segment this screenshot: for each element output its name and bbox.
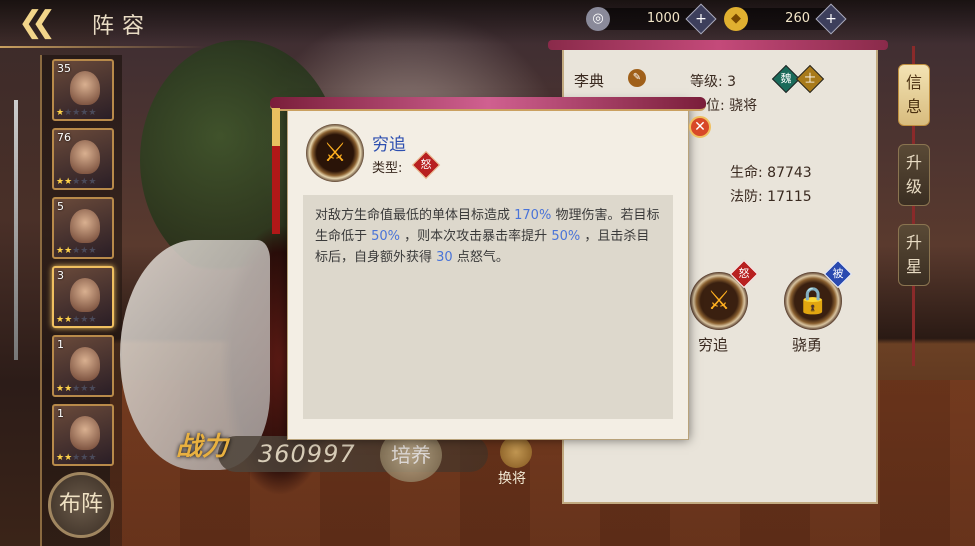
silver-coin-icon: ◎: [586, 7, 610, 31]
hero-portrait: [70, 416, 100, 450]
power-value: 360997: [258, 440, 356, 468]
silver-value: 1000: [646, 11, 680, 26]
description-text: ，则本次攻击暴击率提升: [400, 229, 552, 244]
formation-button[interactable]: 布阵: [48, 472, 114, 538]
highlight-value: 50%: [551, 229, 581, 244]
info-panel-header: [548, 40, 888, 50]
hero-portrait: [70, 140, 100, 174]
star-rating: ★★★★★: [56, 315, 96, 325]
tab-upgrade[interactable]: 升级: [898, 144, 930, 206]
page-title: 阵容: [92, 14, 153, 39]
skill-valor[interactable]: 🔒 被 骁勇: [784, 259, 853, 362]
star-icon: ★: [56, 453, 65, 463]
hero-portrait: [70, 209, 100, 243]
star-icon: ★: [56, 246, 65, 256]
gold-ingot-icon: ◆: [724, 7, 748, 31]
close-icon: ✕: [694, 119, 706, 135]
hero-portrait: [70, 71, 100, 105]
swap-icon: [500, 436, 532, 468]
gold-resource: ◆ 260 +: [724, 3, 847, 35]
popup-skill-title: 穷追: [372, 135, 406, 155]
star-icon: ★: [88, 246, 97, 256]
hero-card[interactable]: 3 ★★★★★: [52, 266, 114, 328]
star-icon: ★: [64, 453, 73, 463]
star-icon: ★: [88, 315, 97, 325]
highlight-value: 30: [436, 250, 453, 265]
skill-pursuit[interactable]: ⚔ 怒 穷追: [690, 259, 759, 362]
close-button[interactable]: ✕: [689, 116, 711, 138]
hero-portrait: [70, 347, 100, 381]
hero-card[interactable]: 1 ★★★★★: [52, 335, 114, 397]
swap-hero-button[interactable]: 换将: [490, 436, 542, 488]
tassel-decoration: [272, 108, 280, 234]
spear-decoration: [14, 100, 18, 360]
tab-star-up[interactable]: 升星: [898, 224, 930, 286]
silver-resource: ◎ 1000 +: [586, 3, 717, 35]
power-label: 战力: [176, 432, 229, 462]
hero-level-label: 76: [57, 131, 71, 144]
gold-value: 260: [785, 11, 810, 26]
popup-header-bar: [270, 97, 706, 111]
star-icon: ★: [64, 246, 73, 256]
skill-name: 穷追: [698, 336, 729, 354]
stat-magic-defense: 法防: 17115: [730, 189, 812, 205]
top-bar: ❮❮ 阵容 ◎ 1000 + ◆ 260 +: [0, 0, 975, 44]
highlight-value: 50%: [371, 229, 401, 244]
title-divider: [0, 46, 205, 48]
popup-type-label: 类型:: [372, 161, 403, 176]
star-rating: ★★★★★: [56, 177, 96, 187]
star-icon: ★: [56, 108, 65, 118]
tab-info[interactable]: 信息: [898, 64, 930, 126]
hero-level-label: 1: [57, 338, 64, 351]
star-icon: ★: [56, 315, 65, 325]
star-icon: ★: [64, 108, 73, 118]
star-rating: ★★★★★: [56, 246, 96, 256]
swap-label: 换将: [498, 471, 526, 487]
popup-description: 对敌方生命值最低的单体目标造成 170% 物理伤害。若目标生命低于 50% ，则…: [303, 195, 673, 419]
lock-icon: 🔒: [796, 286, 830, 316]
sword-slash-icon: ⚔: [323, 138, 347, 168]
star-icon: ★: [88, 177, 97, 187]
star-rating: ★★★★★: [56, 384, 96, 394]
star-icon: ★: [64, 315, 73, 325]
add-silver-button[interactable]: +: [685, 3, 717, 35]
popup-skill-icon: ⚔: [306, 124, 364, 182]
hero-card[interactable]: 5 ★★★★★: [52, 197, 114, 259]
star-icon: ★: [64, 384, 73, 394]
edit-name-icon[interactable]: ✎: [628, 69, 646, 87]
star-icon: ★: [88, 384, 97, 394]
star-icon: ★: [88, 453, 97, 463]
hero-position: 位: 骁将: [706, 98, 758, 114]
description-text: 点怒气。: [452, 250, 509, 265]
skill-name: 骁勇: [792, 336, 823, 354]
sword-slash-icon: ⚔: [707, 286, 731, 316]
star-icon: ★: [64, 177, 73, 187]
star-icon: ★: [56, 384, 65, 394]
hero-level-label: 35: [57, 62, 71, 75]
hero-level-label: 5: [57, 200, 64, 213]
star-icon: ★: [88, 108, 97, 118]
description-text: 对敌方生命值最低的单体目标造成: [315, 208, 515, 223]
hero-level-label: 3: [57, 269, 64, 282]
hero-portrait: [70, 278, 100, 312]
stat-hp: 生命: 87743: [730, 165, 812, 181]
highlight-value: 170%: [514, 208, 552, 223]
star-rating: ★★★★★: [56, 453, 96, 463]
hero-card[interactable]: 1 ★★★★★: [52, 404, 114, 466]
hero-card[interactable]: 76 ★★★★★: [52, 128, 114, 190]
star-icon: ★: [56, 177, 65, 187]
hero-level-label: 1: [57, 407, 64, 420]
add-gold-button[interactable]: +: [815, 3, 847, 35]
star-rating: ★★★★★: [56, 108, 96, 118]
hero-name: 李典: [574, 72, 605, 90]
double-chevron-left-icon: ❮❮: [18, 5, 56, 40]
hero-card[interactable]: 35 ★★★★★: [52, 59, 114, 121]
back-button[interactable]: ❮❮: [18, 6, 70, 40]
hero-level: 等级: 3: [690, 74, 737, 90]
